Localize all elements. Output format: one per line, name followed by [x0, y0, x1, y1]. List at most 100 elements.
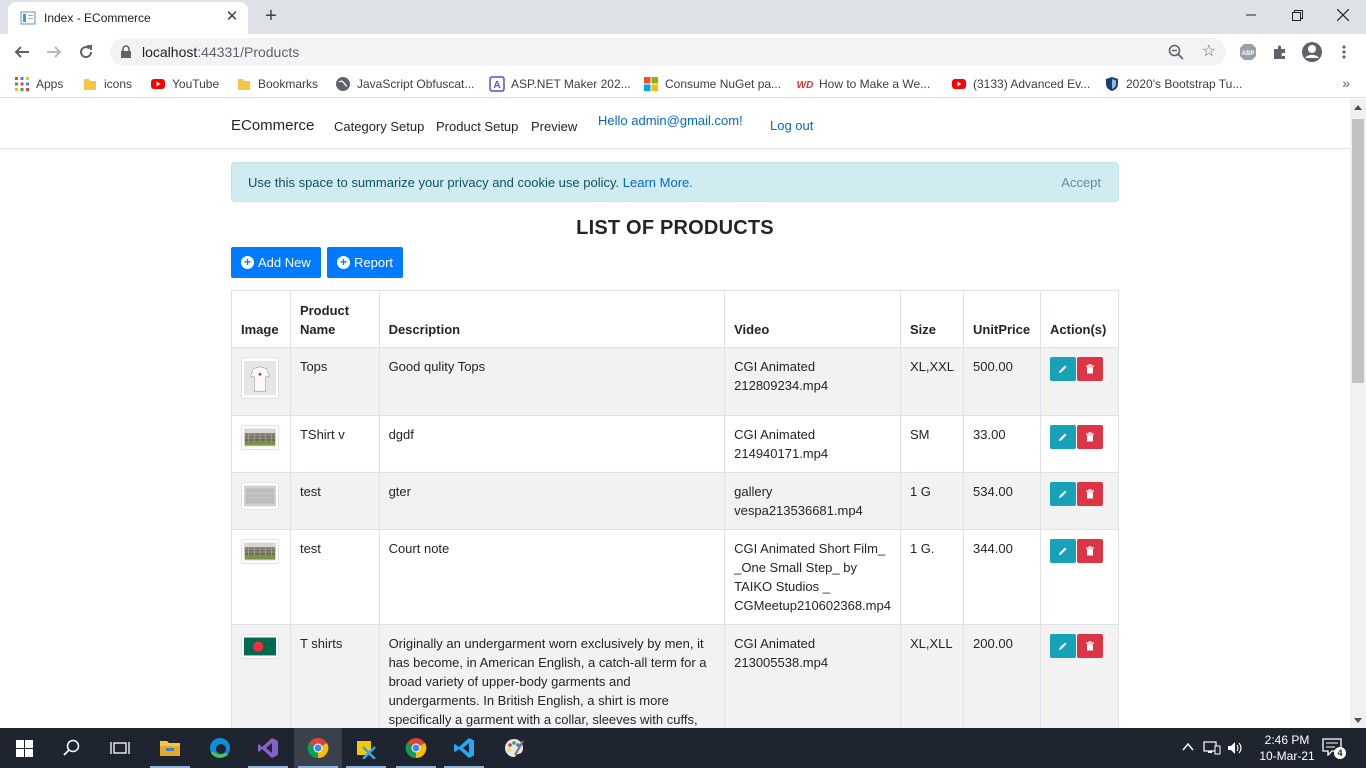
bookmark-aspnet-maker[interactable]: A ASP.NET Maker 202... [489, 76, 631, 92]
taskbar-paint[interactable] [490, 728, 538, 768]
task-view-button[interactable] [96, 728, 144, 768]
forward-button[interactable] [42, 40, 66, 64]
delete-button[interactable] [1077, 425, 1104, 449]
product-thumbnail[interactable] [241, 634, 279, 659]
restore-button[interactable] [1274, 0, 1320, 30]
database-tool-icon [357, 741, 376, 759]
close-window-button[interactable] [1320, 0, 1366, 30]
search-button[interactable] [48, 728, 96, 768]
product-name-cell: Tops [289, 347, 380, 416]
bookmark-bootstrap-tutorial[interactable]: 2020's Bootstrap Tu... [1104, 76, 1242, 92]
product-thumbnail[interactable] [241, 425, 279, 450]
product-thumbnail[interactable] [241, 357, 279, 399]
bookmark-apps[interactable]: Apps [14, 76, 63, 92]
network-icon[interactable] [1203, 740, 1221, 756]
delete-button[interactable] [1077, 482, 1104, 506]
header-video: Video [724, 290, 901, 348]
table-header-row: Image Product Name Description Video Siz… [231, 290, 1119, 348]
description-cell: Originally an undergarment worn exclusiv… [378, 624, 726, 728]
extensions-puzzle-icon[interactable] [1270, 42, 1290, 62]
product-thumbnail[interactable] [241, 539, 279, 564]
taskbar-file-explorer[interactable] [146, 728, 194, 768]
zoom-icon[interactable] [1168, 44, 1184, 60]
chevron-up-icon[interactable] [1182, 742, 1194, 752]
back-button[interactable] [10, 40, 34, 64]
accept-cookie-button[interactable]: Accept [1061, 175, 1101, 190]
edit-button[interactable] [1050, 482, 1077, 506]
bookmark-advanced-events[interactable]: (3133) Advanced Ev... [951, 76, 1090, 92]
hello-user-link[interactable]: Hello admin@gmail.com! [598, 113, 743, 128]
tab-close-icon[interactable]: ✕ [224, 9, 240, 25]
product-thumbnail[interactable] [241, 482, 279, 510]
abp-extension-icon[interactable]: ABP [1238, 42, 1258, 62]
aspnet-maker-icon: A [489, 76, 505, 92]
taskbar-edge[interactable] [196, 728, 244, 768]
image-cell [231, 472, 291, 530]
nav-preview[interactable]: Preview [531, 119, 577, 134]
unit-price-cell: 534.00 [963, 472, 1042, 530]
table-row: T shirts Originally an undergarment worn… [231, 624, 1119, 728]
profile-avatar-icon[interactable] [1300, 40, 1324, 64]
video-cell: CGI Animated Short Film_ _One Small Step… [724, 529, 901, 625]
table-row: TShirt v dgdf CGI Animated 214940171.mp4… [231, 415, 1119, 473]
taskbar-clock[interactable]: 2:46 PM 10-Mar-21 [1252, 732, 1322, 764]
bookmark-bookmarks[interactable]: Bookmarks [236, 76, 318, 92]
new-tab-button[interactable]: + [260, 5, 282, 27]
page-scrollbar[interactable] [1350, 99, 1366, 728]
notifications-button[interactable]: 4 [1322, 738, 1346, 759]
start-button[interactable] [0, 728, 48, 768]
taskbar-chrome-2[interactable] [392, 728, 440, 768]
edit-button[interactable] [1050, 634, 1077, 658]
volume-icon[interactable] [1227, 740, 1245, 756]
header-product-name: Product Name [289, 290, 380, 348]
minimize-button[interactable] [1228, 0, 1274, 30]
delete-button[interactable] [1077, 539, 1104, 563]
learn-more-link[interactable]: Learn More. [623, 175, 693, 190]
taskbar-sql-tool[interactable] [342, 728, 390, 768]
bookmark-icons[interactable]: icons [82, 76, 132, 92]
bookmark-youtube[interactable]: YouTube [150, 76, 219, 92]
image-cell [231, 347, 291, 416]
site-brand[interactable]: ECommerce [231, 117, 314, 134]
microsoft-icon [644, 77, 658, 91]
delete-button[interactable] [1077, 357, 1104, 381]
bookmark-label: 2020's Bootstrap Tu... [1126, 77, 1243, 91]
edit-button[interactable] [1050, 357, 1077, 381]
header-image: Image [231, 290, 291, 348]
edit-button[interactable] [1050, 425, 1077, 449]
delete-button[interactable] [1077, 634, 1104, 658]
browser-tab[interactable]: Index - ECommerce ✕ [8, 2, 248, 34]
edit-button[interactable] [1050, 539, 1077, 563]
size-cell: 1 G. [899, 529, 965, 625]
scroll-down-arrow-icon[interactable] [1354, 718, 1362, 723]
plus-circle-icon: + [241, 256, 254, 269]
report-button[interactable]: + Report [327, 247, 404, 278]
browser-menu-icon[interactable] [1334, 42, 1354, 62]
more-bookmarks-chevron-icon[interactable]: » [1342, 75, 1350, 91]
taskbar-chrome-active[interactable] [294, 728, 342, 768]
trash-icon [1086, 641, 1095, 651]
address-bar[interactable]: localhost:44331/Products ☆ [110, 38, 1226, 66]
edge-browser-icon [210, 738, 230, 758]
bookmark-label: Bookmarks [258, 77, 319, 91]
reload-button[interactable] [74, 40, 98, 64]
bookmark-star-icon[interactable]: ☆ [1202, 43, 1216, 61]
scroll-up-arrow-icon[interactable] [1354, 105, 1362, 110]
bookmark-consume-nuget[interactable]: Consume NuGet pa... [643, 76, 781, 92]
product-name-cell: TShirt v [289, 415, 380, 473]
nav-category-setup[interactable]: Category Setup [334, 119, 424, 134]
logout-button[interactable]: Log out [770, 118, 813, 133]
chrome-icon [307, 738, 329, 759]
bookmark-javascript-obfuscator[interactable]: JavaScript Obfuscat... [335, 76, 474, 92]
header-size: Size [899, 290, 965, 348]
search-icon [63, 739, 80, 756]
nav-product-setup[interactable]: Product Setup [436, 119, 518, 134]
trash-icon [1086, 489, 1095, 499]
taskbar-visual-studio[interactable] [244, 728, 292, 768]
taskbar-vscode[interactable] [440, 728, 488, 768]
scrollbar-thumb[interactable] [1352, 119, 1364, 383]
bookmark-how-to-make[interactable]: WD How to Make a We... [797, 76, 930, 92]
header-actions: Action(s) [1040, 290, 1119, 348]
add-new-button[interactable]: + Add New [231, 247, 321, 278]
page-favicon-icon [20, 11, 36, 25]
